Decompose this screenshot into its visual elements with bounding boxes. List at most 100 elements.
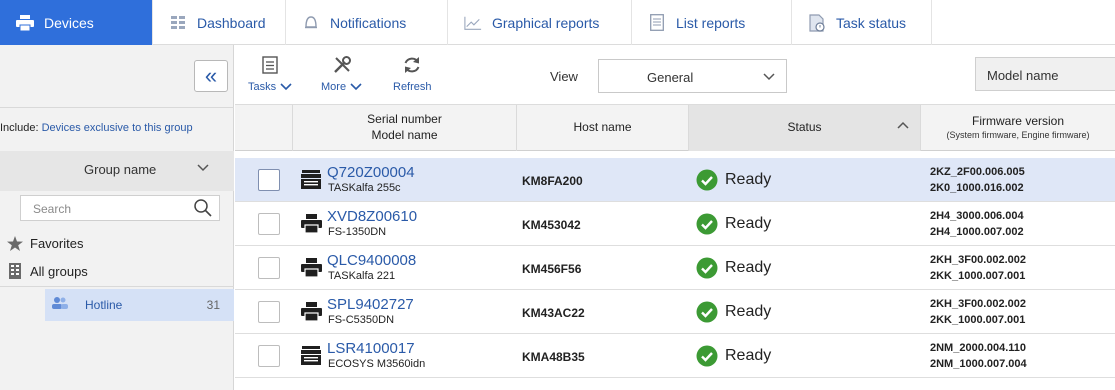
- tasks-label: Tasks: [248, 81, 277, 93]
- printer-icon: [301, 302, 322, 326]
- model-name-filter-button[interactable]: Model name: [975, 57, 1115, 91]
- document-icon: [262, 53, 278, 77]
- tab-devices[interactable]: Devices: [0, 0, 153, 45]
- row-checkbox[interactable]: [258, 213, 280, 235]
- tab-label: Devices: [44, 14, 94, 31]
- users-icon: [51, 296, 69, 313]
- row-checkbox[interactable]: [258, 345, 280, 367]
- group-sidebar: « Include: Devices exclusive to this gro…: [0, 45, 234, 390]
- main-tab-bar: Devices Dashboard Notifications Graphica…: [0, 0, 1115, 45]
- more-menu-button[interactable]: More: [321, 53, 362, 93]
- divider: [0, 286, 234, 287]
- table-row[interactable]: Q720Z00004 TASKalfa 255c KM8FA200 Ready 2KZ_…: [235, 158, 1115, 202]
- model-name-label: Model name: [987, 68, 1059, 83]
- printer-icon: [301, 258, 322, 282]
- engine-firmware: 2H4_1000.007.002: [930, 225, 1024, 238]
- list-icon: [648, 14, 666, 32]
- tab-notifications[interactable]: Notifications: [286, 0, 448, 45]
- host-name: KM43AC22: [522, 306, 585, 320]
- tab-label: Task status: [836, 14, 907, 31]
- host-name: KM8FA200: [522, 174, 583, 188]
- firmware-cell: 2NM_2000.004.110 2NM_1000.007.004: [930, 341, 1027, 373]
- model-name: TASKalfa 255c: [328, 182, 401, 194]
- system-firmware: 2KH_3F00.002.002: [930, 298, 1027, 310]
- include-link[interactable]: Devices exclusive to this group: [42, 122, 193, 134]
- tab-label: List reports: [676, 14, 746, 31]
- tab-dashboard[interactable]: Dashboard: [153, 0, 286, 45]
- group-count: 31: [206, 298, 220, 312]
- host-name: KMA48B35: [522, 350, 585, 364]
- status-text: Ready: [725, 171, 772, 188]
- dashboard-icon: [169, 14, 187, 32]
- column-firmware[interactable]: Firmware version (System firmware, Engin…: [920, 105, 1115, 151]
- column-header-status: Status: [787, 120, 822, 135]
- select-all-column[interactable]: [235, 105, 292, 151]
- host-name: KM453042: [522, 218, 581, 232]
- column-status[interactable]: Status: [688, 105, 920, 151]
- search-icon[interactable]: [193, 198, 213, 223]
- chevron-down-icon: [762, 69, 776, 88]
- tab-list-reports[interactable]: List reports: [632, 0, 792, 45]
- view-select-value: General: [647, 70, 694, 85]
- view-select[interactable]: General: [598, 59, 787, 93]
- column-header-model: Model name: [371, 128, 438, 142]
- serial-number-link[interactable]: Q720Z00004: [327, 164, 415, 181]
- printer-icon: [16, 14, 34, 32]
- sidebar-item-favorites[interactable]: Favorites: [0, 230, 234, 256]
- mfp-icon: [301, 346, 321, 370]
- table-row[interactable]: SPL9402727 FS-C5350DN KM43AC22 Ready 2KH_3F0…: [235, 290, 1115, 334]
- firmware-cell: 2KZ_2F00.006.005 2K0_1000.016.002: [930, 165, 1025, 197]
- tasks-menu-button[interactable]: Tasks: [248, 53, 292, 93]
- status-text: Ready: [725, 347, 772, 364]
- status-text: Ready: [725, 259, 772, 276]
- device-table-header: Serial number Model name Host name Statu…: [235, 105, 1115, 151]
- status-text: Ready: [725, 303, 772, 320]
- serial-number-link[interactable]: XVD8Z00610: [327, 208, 417, 225]
- refresh-label: Refresh: [393, 81, 432, 93]
- sidebar-item-label: Favorites: [30, 235, 84, 251]
- engine-firmware: 2NM_1000.007.004: [930, 357, 1027, 370]
- engine-firmware: 2K0_1000.016.002: [930, 181, 1024, 194]
- tab-graphical-reports[interactable]: Graphical reports: [448, 0, 632, 45]
- refresh-button[interactable]: Refresh: [393, 53, 432, 93]
- column-serial-model[interactable]: Serial number Model name: [292, 105, 516, 151]
- system-firmware: 2KH_3F00.002.002: [930, 254, 1027, 266]
- divider: [0, 107, 234, 108]
- bell-icon: [302, 14, 320, 32]
- tab-label: Dashboard: [197, 14, 266, 31]
- row-checkbox[interactable]: [258, 257, 280, 279]
- table-row[interactable]: XVD8Z00610 FS-1350DN KM453042 Ready 2H4_3000…: [235, 202, 1115, 246]
- more-label: More: [321, 81, 347, 93]
- double-chevron-left-icon: «: [204, 63, 218, 88]
- column-header-host: Host name: [573, 120, 632, 135]
- check-circle-icon: [696, 257, 718, 284]
- system-firmware: 2KZ_2F00.006.005: [930, 166, 1025, 178]
- group-name-sort[interactable]: Group name: [0, 151, 234, 191]
- row-checkbox[interactable]: [258, 301, 280, 323]
- include-filter: Include: Devices exclusive to this group: [0, 122, 193, 134]
- chart-icon: [464, 14, 482, 32]
- model-name: FS-C5350DN: [328, 314, 395, 326]
- group-search-input[interactable]: Search: [20, 195, 220, 221]
- status-text: Ready: [725, 215, 772, 232]
- row-checkbox[interactable]: [258, 169, 280, 191]
- sidebar-item-hotline[interactable]: Hotline 31: [45, 289, 234, 321]
- serial-number-link[interactable]: LSR4100017: [327, 340, 415, 357]
- tab-label: Graphical reports: [492, 14, 600, 31]
- system-firmware: 2H4_3000.006.004: [930, 210, 1024, 222]
- sidebar-item-all-groups[interactable]: All groups: [0, 258, 234, 284]
- serial-number-link[interactable]: QLC9400008: [327, 252, 416, 269]
- table-row[interactable]: QLC9400008 TASKalfa 221 KM456F56 Ready 2KH_3…: [235, 246, 1115, 290]
- collapse-sidebar-button[interactable]: «: [194, 60, 228, 92]
- model-name: TASKalfa 221: [328, 270, 396, 282]
- system-firmware: 2NM_2000.004.110: [930, 342, 1027, 354]
- tab-task-status[interactable]: Task status: [792, 0, 932, 45]
- chevron-down-icon: [196, 160, 210, 179]
- table-row[interactable]: LSR4100017 ECOSYS M3560idn KMA48B35 Ready 2N…: [235, 334, 1115, 378]
- model-name: ECOSYS M3560idn: [328, 358, 426, 370]
- serial-number-link[interactable]: SPL9402727: [327, 296, 414, 313]
- group-name: Hotline: [85, 298, 123, 312]
- chevron-down-icon: [350, 83, 362, 91]
- column-host-name[interactable]: Host name: [516, 105, 688, 151]
- include-label: Include:: [0, 122, 39, 134]
